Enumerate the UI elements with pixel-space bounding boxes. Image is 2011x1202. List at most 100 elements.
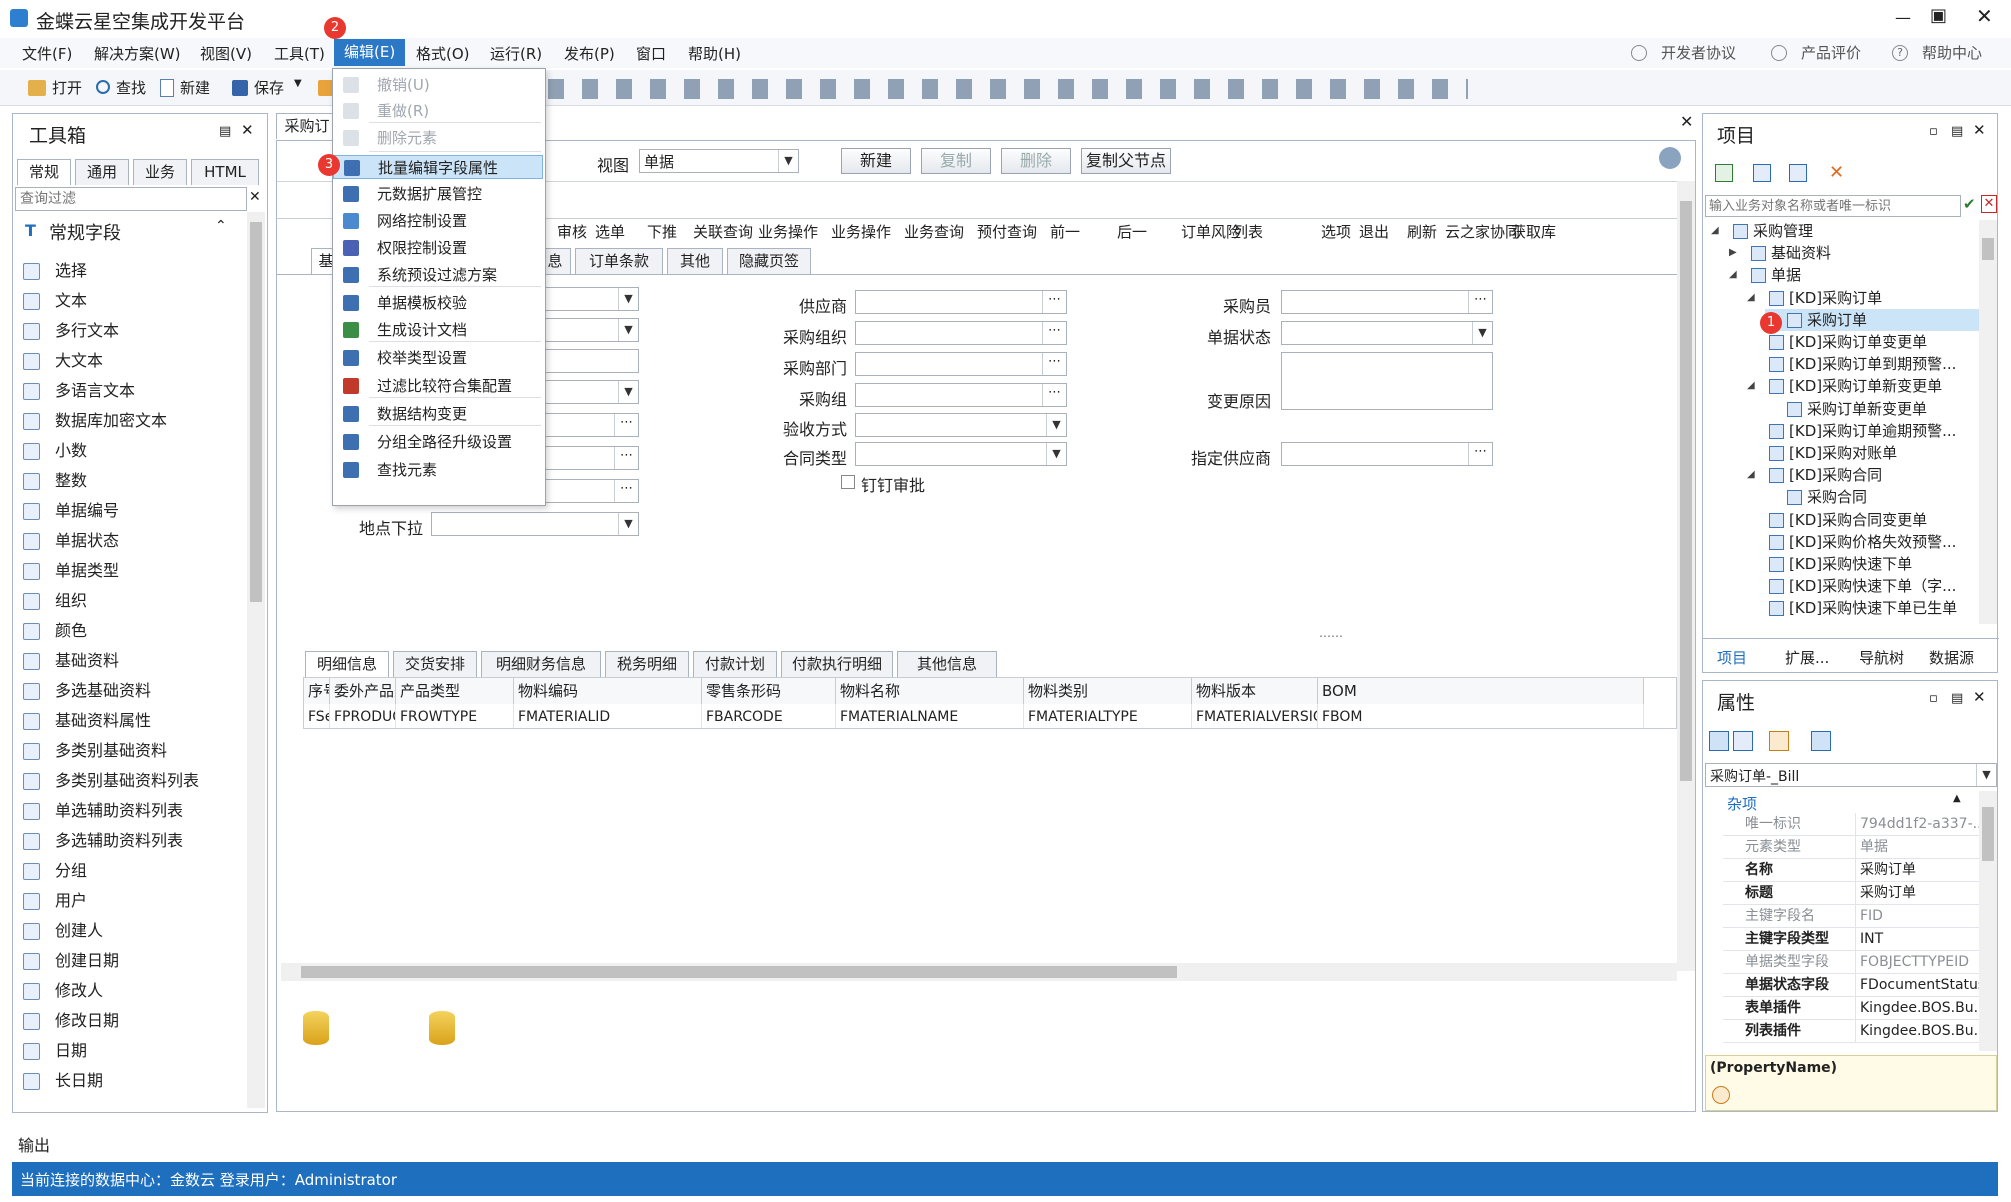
property-row[interactable]: 唯一标识 794dd1f2-a337-... xyxy=(1723,813,1993,836)
pin-icon[interactable]: ▤ xyxy=(1951,691,1963,706)
edit-menu-item[interactable]: 删除元素 xyxy=(333,126,543,150)
expander-icon[interactable]: ◢ xyxy=(1729,264,1737,286)
property-value[interactable]: INT xyxy=(1855,928,1991,950)
menu-view[interactable]: 视图(V) xyxy=(200,43,252,64)
bill-status-select[interactable]: ▼ xyxy=(1281,321,1493,345)
bill-toolbar-button[interactable]: 选项 xyxy=(1321,221,1351,242)
purchase-dept-field[interactable]: ⋯ xyxy=(855,352,1067,376)
edit-menu-item[interactable]: 批量编辑字段属性 xyxy=(333,155,543,179)
tree-node[interactable]: [KD]采购快速下单 xyxy=(1747,553,1979,575)
tree-node[interactable]: [KD]采购订单逾期预警... xyxy=(1747,420,1979,442)
edit-menu-item[interactable]: 数据结构变更 xyxy=(333,402,543,426)
menu-run[interactable]: 运行(R) xyxy=(490,43,542,64)
property-value[interactable]: 采购订单 xyxy=(1855,882,1991,904)
find-button[interactable]: 查找 xyxy=(116,77,146,98)
rate-link[interactable]: 产品评价 xyxy=(1801,42,1861,63)
new-form-button[interactable]: 新建 xyxy=(841,148,911,174)
filter-clear-icon[interactable]: ✕ xyxy=(249,189,261,205)
edit-menu-item[interactable]: 系统预设过滤方案 xyxy=(333,263,543,287)
bill-toolbar-button[interactable]: 关联查询 xyxy=(693,221,753,242)
alphabetical-icon[interactable] xyxy=(1733,731,1753,751)
edit-menu-item[interactable]: 校举类型设置 xyxy=(333,346,543,370)
refresh-icon[interactable] xyxy=(1715,164,1733,182)
edit-menu-item[interactable]: 过滤比较符合集配置 xyxy=(333,374,543,398)
view-select[interactable]: 单据 ▼ xyxy=(639,149,799,173)
project-tab-navtree[interactable]: 导航树 xyxy=(1859,647,1904,668)
property-row[interactable]: 主键字段类型 INT xyxy=(1723,928,1993,951)
tree-node[interactable]: ◢ 单据 xyxy=(1729,264,1979,286)
events-icon[interactable] xyxy=(1769,731,1789,751)
new-button[interactable]: 新建 xyxy=(180,77,210,98)
pin-icon[interactable]: ▤ xyxy=(219,124,231,139)
property-value[interactable]: FDocumentStatus xyxy=(1855,974,1991,996)
grid-header-cell[interactable]: 零售条形码 xyxy=(702,678,836,704)
toolbox-scrollbar[interactable] xyxy=(247,212,265,1108)
menu-help[interactable]: 帮助(H) xyxy=(688,43,741,64)
project-search-input[interactable] xyxy=(1705,195,1961,217)
bill-toolbar-button[interactable]: 前一 xyxy=(1050,221,1080,242)
field-left-4[interactable]: ▼ xyxy=(543,380,639,404)
property-row[interactable]: 主键字段名 FID xyxy=(1723,905,1993,928)
toolbox-filter-input[interactable] xyxy=(15,187,247,211)
pin-approve-checkbox[interactable] xyxy=(841,475,855,489)
menu-solution[interactable]: 解决方案(W) xyxy=(94,43,181,64)
detail-tab-info[interactable]: 明细信息 xyxy=(305,651,389,677)
field-left-3[interactable] xyxy=(543,349,639,373)
detail-tab-delivery[interactable]: 交货安排 xyxy=(393,651,477,677)
purchase-org-field[interactable]: ⋯ xyxy=(855,321,1067,345)
document-tab[interactable]: 采购订 xyxy=(276,113,338,139)
detail-tab-finance[interactable]: 明细财务信息 xyxy=(481,651,601,677)
bill-toolbar-button[interactable]: 业务查询 xyxy=(904,221,964,242)
project-tab-project[interactable]: 项目 xyxy=(1717,647,1747,668)
grid-cell[interactable]: FMATERIALID xyxy=(514,704,702,728)
bill-toolbar-button[interactable]: 业务操作 xyxy=(758,221,818,242)
bill-toolbar-button[interactable]: 后一 xyxy=(1117,221,1147,242)
grid-header-cell[interactable]: BOM xyxy=(1318,678,1644,704)
save-button[interactable]: 保存 xyxy=(254,77,284,98)
clear-icon[interactable]: ✕ xyxy=(1981,195,1997,213)
supplier-field[interactable]: ⋯ xyxy=(855,290,1067,314)
field-left-7[interactable]: ⋯ xyxy=(543,479,639,503)
splitter-handle[interactable]: ⋯⋯ xyxy=(1319,629,1343,643)
grid-header-cell[interactable]: 物料类别 xyxy=(1024,678,1192,704)
collapse-all-icon[interactable] xyxy=(1753,164,1771,182)
close-button[interactable]: ✕ xyxy=(1976,4,1993,28)
window-restore-icon[interactable]: ▫ xyxy=(1929,124,1938,139)
property-row[interactable]: 标题 采购订单 xyxy=(1723,882,1993,905)
tree-node[interactable]: ◢ [KD]采购订单 xyxy=(1747,287,1979,309)
open-button[interactable]: 打开 xyxy=(52,77,82,98)
tree-node[interactable]: ▶ 基础资料 xyxy=(1729,242,1979,264)
expander-icon[interactable]: ▶ xyxy=(1729,242,1737,264)
contract-type-select[interactable]: ▼ xyxy=(855,442,1067,466)
property-value[interactable]: Kingdee.BOS.Bu... xyxy=(1855,1020,1991,1042)
field-left-6[interactable]: ⋯ xyxy=(543,446,639,470)
grid-cell[interactable]: FMATERIALTYPE xyxy=(1024,704,1192,728)
menu-file[interactable]: 文件(F) xyxy=(22,43,72,64)
property-value[interactable]: FOBJECTTYPEID xyxy=(1855,951,1991,973)
grid-header-cell[interactable]: 委外产品类型 xyxy=(330,678,396,704)
menu-edit[interactable]: 编辑(E) xyxy=(334,39,406,66)
category-collapse-icon[interactable]: ▲ xyxy=(1953,793,1961,804)
property-row[interactable]: 名称 采购订单 xyxy=(1723,859,1993,882)
tree-node[interactable]: 采购订单 xyxy=(1765,308,1979,331)
grid-header-cell[interactable]: 物料名称 xyxy=(836,678,1024,704)
bill-toolbar-button[interactable]: 预付查询 xyxy=(977,221,1037,242)
document-close-icon[interactable]: ✕ xyxy=(1680,112,1693,131)
menu-format[interactable]: 格式(O) xyxy=(416,43,470,64)
save-dropdown-icon[interactable]: ▼ xyxy=(294,78,302,89)
grid-cell[interactable]: FROWTYPE xyxy=(396,704,514,728)
tree-node[interactable]: [KD]采购价格失效预警... xyxy=(1747,531,1979,553)
form-tab-terms[interactable]: 订单条款 xyxy=(575,248,663,274)
edit-menu-item[interactable]: 分组全路径升级设置 xyxy=(333,430,543,454)
detail-tab-payment-plan[interactable]: 付款计划 xyxy=(693,651,777,677)
tree-node[interactable]: [KD]采购对账单 xyxy=(1747,442,1979,464)
window-restore-icon[interactable]: ▫ xyxy=(1929,691,1938,706)
property-row[interactable]: 列表插件 Kingdee.BOS.Bu... xyxy=(1723,1020,1993,1043)
purchase-group-field[interactable]: ⋯ xyxy=(855,383,1067,407)
copy-icon[interactable] xyxy=(1789,164,1807,182)
help-center-link[interactable]: 帮助中心 xyxy=(1922,42,1982,63)
form-tab-hidden[interactable]: 隐藏页签 xyxy=(727,248,811,274)
grid-header-cell[interactable]: 物料版本 xyxy=(1192,678,1318,704)
bill-toolbar-button[interactable]: 列表 xyxy=(1233,221,1263,242)
object-selector[interactable]: 采购订单-_Bill ▼ xyxy=(1705,763,1997,787)
